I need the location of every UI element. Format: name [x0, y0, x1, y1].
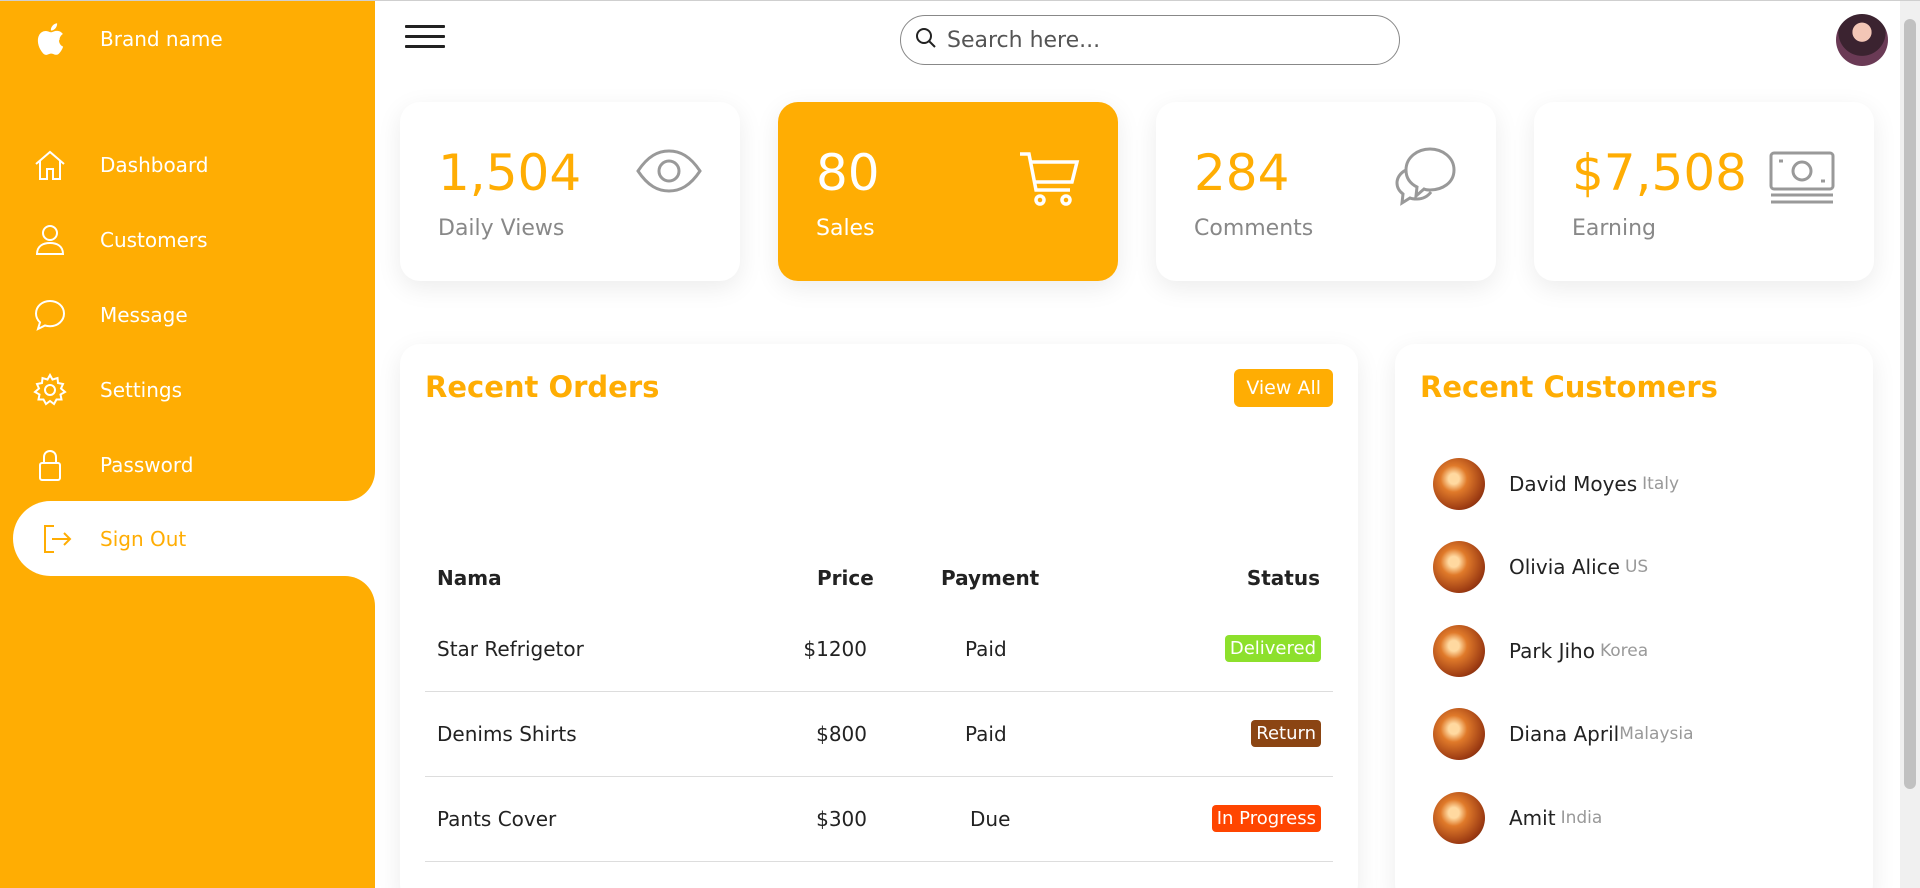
- customer-country: Korea: [1599, 641, 1649, 661]
- customer-name: Park Jiho: [1509, 639, 1595, 663]
- scrollbar[interactable]: [1900, 1, 1920, 888]
- brand[interactable]: Brand name: [0, 1, 375, 77]
- avatar: [1433, 792, 1485, 844]
- sidebar-item-settings[interactable]: Settings: [0, 352, 375, 427]
- active-corner-bottom: [345, 576, 375, 606]
- person-icon: [0, 223, 100, 257]
- cash-icon: [1768, 150, 1836, 210]
- active-corner-top: [345, 471, 375, 501]
- avatar: [1433, 708, 1485, 760]
- recent-orders-title: Recent Orders: [425, 370, 660, 404]
- comments-icon: [1394, 146, 1458, 212]
- customer-country: India: [1560, 808, 1603, 828]
- customer-name: David Moyes: [1509, 472, 1638, 496]
- recent-customers-panel: Recent Customers David Moyes Italy Olivi…: [1395, 344, 1873, 888]
- lock-icon: [0, 448, 100, 482]
- eye-icon: [636, 148, 702, 198]
- list-item[interactable]: Park Jiho Korea: [1433, 621, 1648, 681]
- list-item[interactable]: Olivia Alice US: [1433, 537, 1648, 597]
- chat-icon: [0, 298, 100, 332]
- order-name: Denims Shirts: [437, 722, 577, 746]
- order-price: $300: [816, 807, 867, 831]
- customer-name: Diana April: [1509, 722, 1620, 746]
- sidebar-item-label: Dashboard: [100, 152, 209, 177]
- sidebar-item-label: Sign Out: [100, 526, 187, 551]
- gear-icon: [0, 372, 100, 407]
- table-row[interactable]: Denims Shirts $800 Paid Return: [425, 692, 1333, 777]
- table-row[interactable]: Star Refrigetor $1200 Paid Delivered: [425, 607, 1333, 692]
- view-all-button[interactable]: View All: [1234, 369, 1333, 407]
- sidebar-item-customers[interactable]: Customers: [0, 202, 375, 277]
- search-input[interactable]: [947, 27, 1377, 53]
- order-price: $800: [816, 722, 867, 746]
- customer-country: Malaysia: [1619, 724, 1694, 744]
- brand-name: Brand name: [100, 27, 223, 51]
- recent-customers-title: Recent Customers: [1420, 370, 1718, 404]
- card-value: 284: [1194, 144, 1290, 202]
- home-icon: [0, 148, 100, 182]
- card-label: Comments: [1194, 216, 1314, 241]
- card-value: $7,508: [1572, 144, 1747, 202]
- order-name: Pants Cover: [437, 807, 557, 831]
- order-payment: Paid: [965, 637, 1007, 661]
- status-badge: Return: [1251, 720, 1321, 747]
- status-badge: Delivered: [1224, 635, 1321, 662]
- sidebar-item-label: Message: [100, 302, 188, 327]
- card-daily-views[interactable]: 1,504 Daily Views: [400, 102, 740, 281]
- customer-name: Amit: [1509, 806, 1556, 830]
- logout-icon: [13, 522, 100, 556]
- avatar: [1433, 458, 1485, 510]
- hamburger-icon: [405, 25, 445, 28]
- card-label: Sales: [816, 216, 875, 241]
- user-avatar[interactable]: [1836, 14, 1888, 66]
- table-row[interactable]: Pants Cover $300 Due In Progress: [425, 777, 1333, 862]
- avatar: [1433, 625, 1485, 677]
- customer-country: Italy: [1642, 474, 1680, 494]
- sidebar: Brand name Dashboard Customers Message S…: [0, 1, 375, 888]
- card-value: 80: [816, 144, 880, 202]
- order-payment: Due: [970, 807, 1011, 831]
- sidebar-item-label: Password: [100, 452, 194, 477]
- list-item[interactable]: Diana April Malaysia: [1433, 704, 1694, 764]
- sidebar-item-message[interactable]: Message: [0, 277, 375, 352]
- search-box[interactable]: [900, 15, 1400, 65]
- scrollbar-thumb[interactable]: [1904, 19, 1916, 789]
- order-payment: Paid: [965, 722, 1007, 746]
- sidebar-item-label: Settings: [100, 377, 183, 402]
- order-name: Star Refrigetor: [437, 637, 584, 661]
- sidebar-item-label: Customers: [100, 227, 208, 252]
- cart-icon: [1018, 150, 1080, 212]
- card-label: Daily Views: [438, 216, 565, 241]
- card-earning[interactable]: $7,508 Earning: [1534, 102, 1874, 281]
- column-header-status: Status: [1246, 566, 1320, 590]
- order-price: $1200: [803, 637, 867, 661]
- recent-orders-panel: Recent Orders View All Nama Price Paymen…: [400, 344, 1358, 888]
- customer-name: Olivia Alice: [1509, 555, 1620, 579]
- menu-toggle-button[interactable]: [405, 25, 445, 55]
- list-item[interactable]: Amit India: [1433, 788, 1602, 848]
- card-value: 1,504: [438, 144, 582, 202]
- sidebar-item-password[interactable]: Password: [0, 427, 375, 502]
- sidebar-item-dashboard[interactable]: Dashboard: [0, 127, 375, 202]
- sidebar-item-sign-out[interactable]: Sign Out: [13, 501, 375, 576]
- column-header-payment: Payment: [941, 566, 1040, 590]
- card-sales[interactable]: 80 Sales: [778, 102, 1118, 281]
- customer-country: US: [1624, 557, 1649, 577]
- avatar: [1433, 541, 1485, 593]
- card-label: Earning: [1572, 216, 1657, 241]
- apple-logo-icon: [0, 22, 100, 56]
- list-item[interactable]: David Moyes Italy: [1433, 454, 1679, 514]
- status-badge: In Progress: [1211, 805, 1321, 832]
- card-comments[interactable]: 284 Comments: [1156, 102, 1496, 281]
- column-header-price: Price: [817, 566, 874, 590]
- search-icon: [915, 27, 937, 53]
- column-header-nama: Nama: [437, 566, 502, 590]
